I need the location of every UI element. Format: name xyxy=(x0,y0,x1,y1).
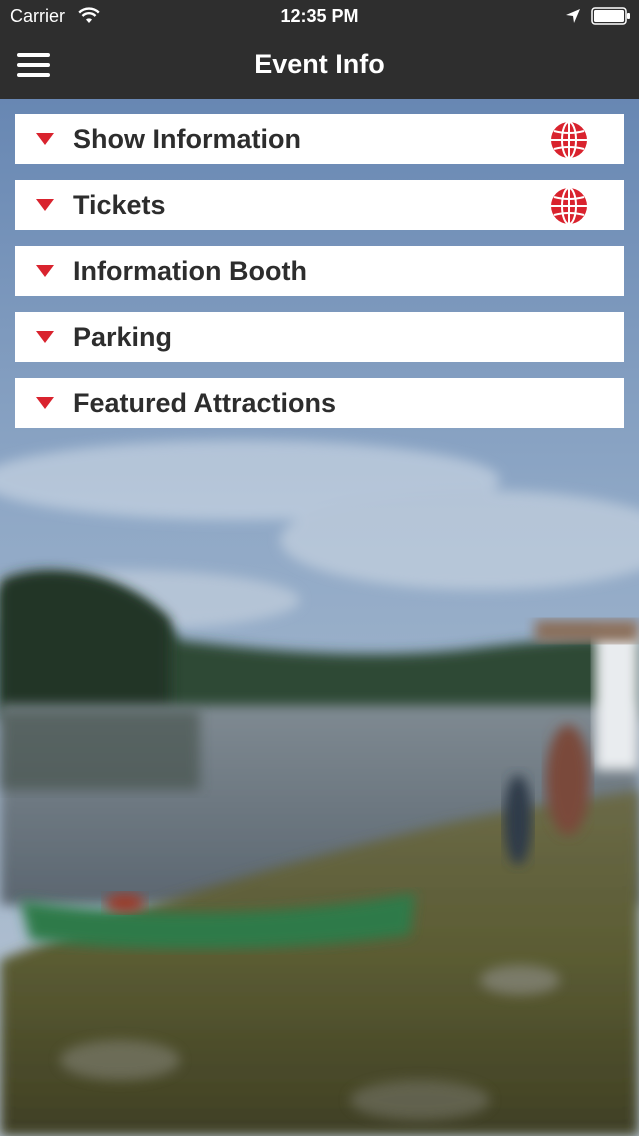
accordion-item-information-booth[interactable]: Information Booth xyxy=(15,246,624,296)
globe-icon[interactable] xyxy=(550,121,588,159)
caret-down-icon xyxy=(36,133,54,145)
caret-down-icon xyxy=(36,199,54,211)
accordion-item-featured-attractions[interactable]: Featured Attractions xyxy=(15,378,624,428)
globe-icon[interactable] xyxy=(550,187,588,225)
status-time: 12:35 PM xyxy=(280,6,359,26)
page-title: Event Info xyxy=(254,49,385,79)
accordion-item-label: Featured Attractions xyxy=(73,388,337,418)
caret-down-icon xyxy=(36,397,54,409)
accordion-item-label: Tickets xyxy=(73,190,166,220)
accordion-item-label: Parking xyxy=(73,322,173,352)
status-bar: Carrier 12:35 PM xyxy=(0,0,639,33)
location-arrow-icon xyxy=(566,9,580,23)
battery-icon xyxy=(591,7,630,25)
accordion-item-parking[interactable]: Parking xyxy=(15,312,624,362)
nav-bar: Event Info xyxy=(0,33,639,99)
accordion-item-label: Show Information xyxy=(73,124,301,154)
caret-down-icon xyxy=(36,331,54,343)
caret-down-icon xyxy=(36,265,54,277)
event-info-accordion: Show Information Tickets Information Boo… xyxy=(15,114,624,444)
accordion-item-label: Information Booth xyxy=(73,256,307,286)
accordion-item-show-information[interactable]: Show Information xyxy=(15,114,624,164)
accordion-item-tickets[interactable]: Tickets xyxy=(15,180,624,230)
